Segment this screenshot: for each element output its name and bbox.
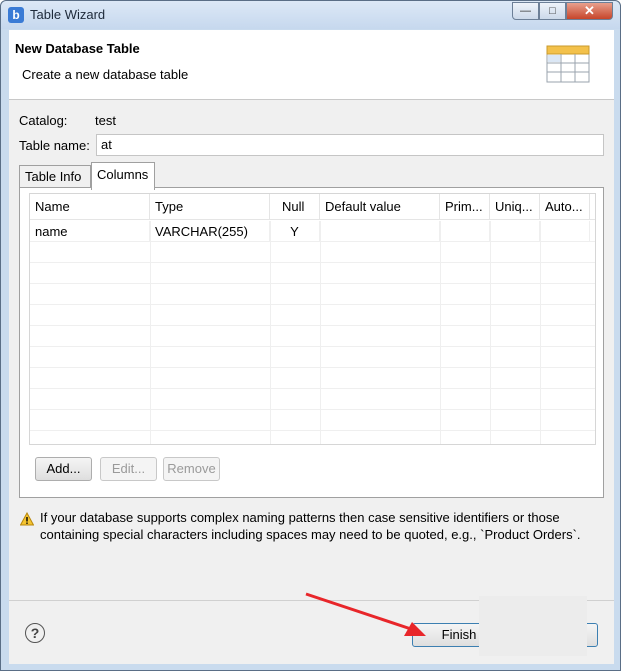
column-divider <box>490 221 491 444</box>
cell-default <box>320 221 440 242</box>
dialog-body: New Database Table Create a new database… <box>9 30 614 664</box>
page-description: Create a new database table <box>22 67 189 82</box>
column-divider <box>150 221 151 444</box>
minimize-button[interactable]: — <box>512 2 539 20</box>
table-row-empty <box>30 284 595 305</box>
warning-icon <box>20 512 34 526</box>
columns-table[interactable]: Name Type Null Default value Prim... Uni… <box>29 193 596 445</box>
tab-table-info[interactable]: Table Info <box>19 165 91 189</box>
table-row-empty <box>30 347 595 368</box>
table-header: Name Type Null Default value Prim... Uni… <box>30 194 595 220</box>
column-header-primary[interactable]: Prim... <box>440 194 490 220</box>
remove-column-button[interactable]: Remove <box>163 457 220 481</box>
table-row-empty <box>30 368 595 389</box>
column-header-default[interactable]: Default value <box>320 194 440 220</box>
table-row[interactable]: name VARCHAR(255) Y <box>30 221 595 242</box>
column-header-auto[interactable]: Auto... <box>540 194 590 220</box>
edit-column-button[interactable]: Edit... <box>100 457 157 481</box>
app-icon: b <box>8 7 24 23</box>
maximize-button[interactable]: □ <box>539 2 566 20</box>
table-name-label: Table name: <box>19 138 90 153</box>
help-button[interactable]: ? <box>25 623 45 643</box>
table-wizard-window: b Table Wizard — □ ✕ New Database Table … <box>0 0 621 671</box>
column-header-unique[interactable]: Uniq... <box>490 194 540 220</box>
title-bar[interactable]: b Table Wizard — □ ✕ <box>1 1 620 29</box>
table-row-empty <box>30 263 595 284</box>
table-icon <box>546 45 590 83</box>
cell-type: VARCHAR(255) <box>150 221 270 242</box>
table-name-input[interactable]: at <box>96 134 604 156</box>
window-title: Table Wizard <box>30 7 106 22</box>
redacted-area <box>479 596 587 656</box>
column-header-name[interactable]: Name <box>30 194 150 220</box>
column-header-null[interactable]: Null <box>270 194 320 220</box>
column-divider <box>540 221 541 444</box>
cell-name: name <box>30 221 150 242</box>
catalog-label: Catalog: <box>19 113 68 128</box>
column-divider <box>270 221 271 444</box>
table-row-empty <box>30 326 595 347</box>
cell-primary <box>440 221 490 242</box>
column-header-type[interactable]: Type <box>150 194 270 220</box>
warning-message: If your database supports complex naming… <box>40 510 581 542</box>
annotation-arrow-icon <box>305 592 426 636</box>
catalog-value: test <box>95 113 116 128</box>
add-column-button[interactable]: Add... <box>35 457 92 481</box>
table-row-empty <box>30 410 595 431</box>
cell-unique <box>490 221 540 242</box>
table-row-empty <box>30 305 595 326</box>
wizard-header: New Database Table Create a new database… <box>9 30 614 100</box>
cell-null: Y <box>270 221 320 242</box>
tab-columns[interactable]: Columns <box>91 162 155 190</box>
column-divider <box>320 221 321 444</box>
page-title: New Database Table <box>15 41 140 56</box>
columns-tab-panel: Name Type Null Default value Prim... Uni… <box>19 187 604 498</box>
column-divider <box>440 221 441 444</box>
cell-auto <box>540 221 590 242</box>
close-button[interactable]: ✕ <box>566 2 613 20</box>
table-row-empty <box>30 389 595 410</box>
table-row-empty <box>30 242 595 263</box>
